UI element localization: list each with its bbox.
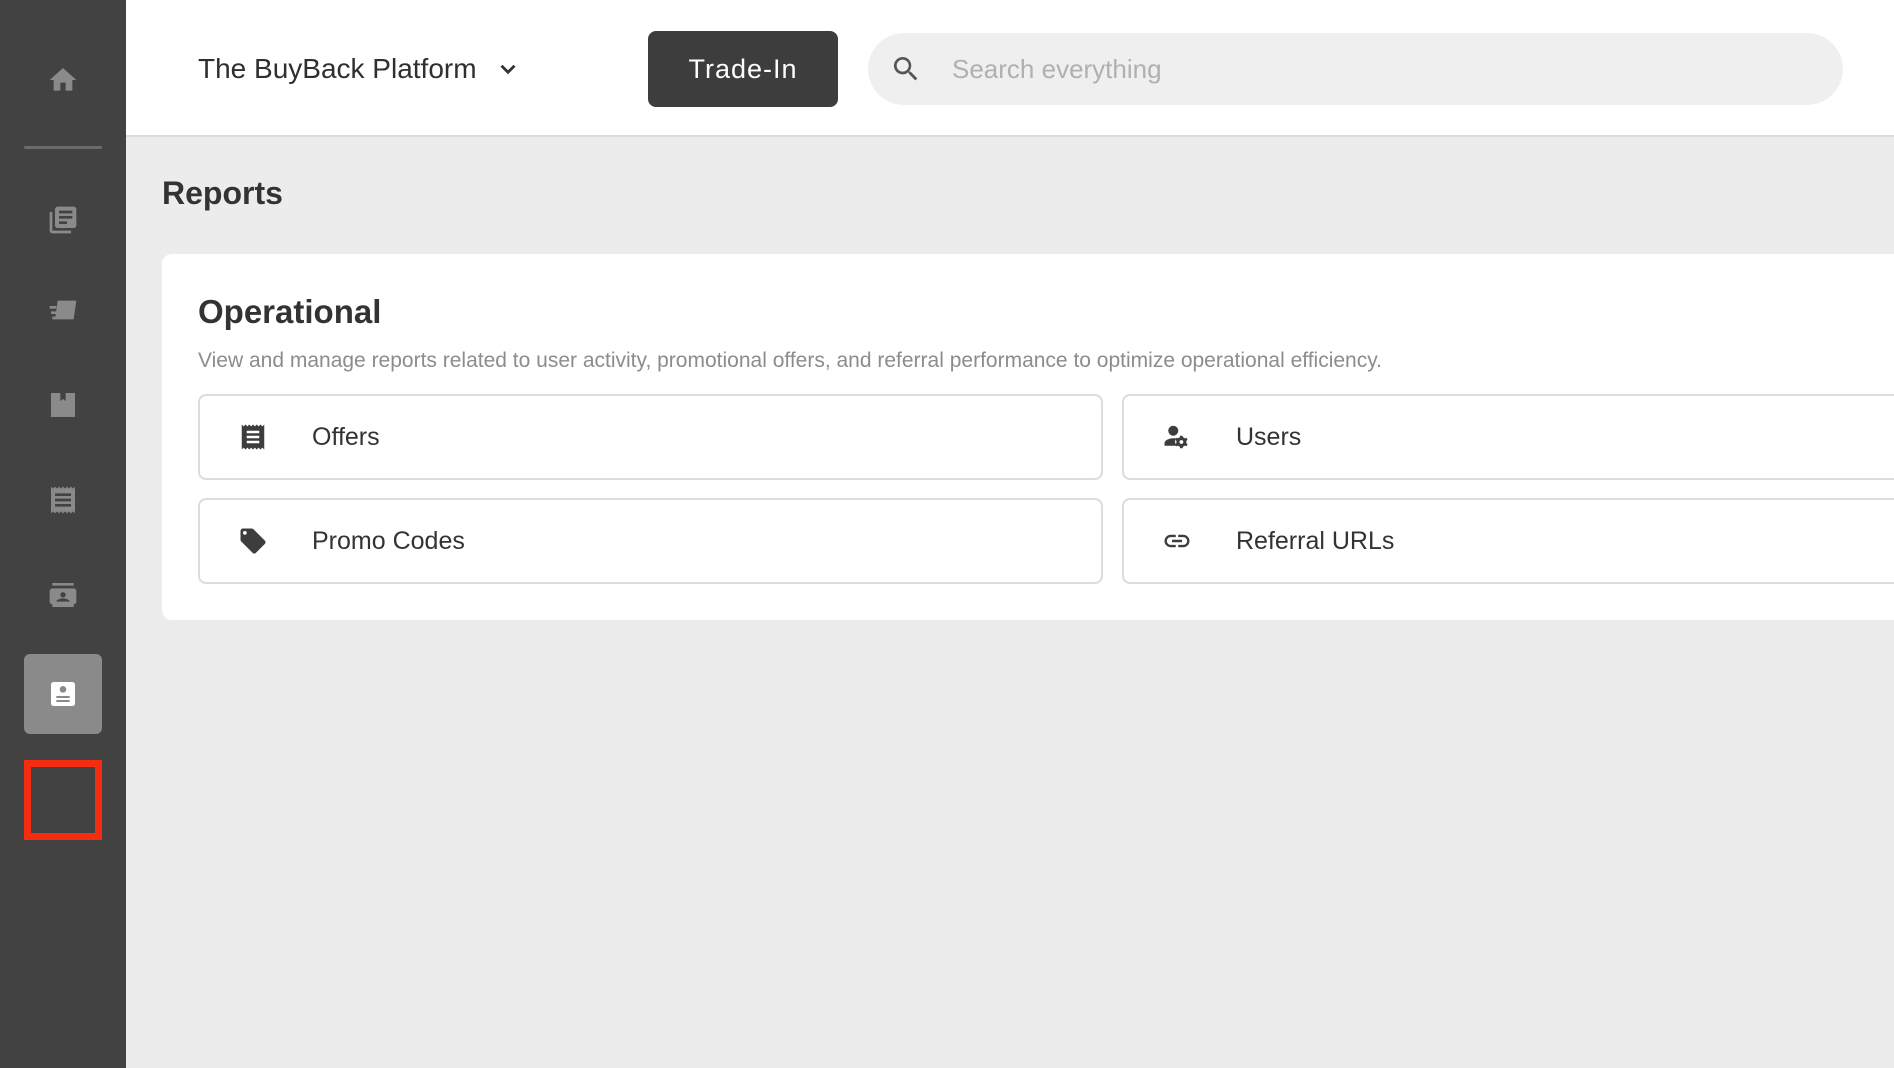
section-description: View and manage reports related to user … [198, 349, 1383, 372]
report-label: Referral URLs [1236, 526, 1395, 555]
platform-name: The BuyBack Platform [198, 53, 477, 84]
receipt-icon [51, 486, 75, 514]
report-label: Offers [312, 422, 380, 451]
chevron-down-icon [500, 64, 516, 75]
receipt-list-icon [241, 424, 265, 450]
shipping-icon [49, 300, 77, 320]
sidebar-item-documents[interactable] [24, 180, 102, 260]
top-bar: The BuyBack Platform Trade-In [126, 0, 1894, 137]
contact-card-icon [49, 583, 77, 607]
operational-card: Operational View and manage reports rela… [162, 254, 1894, 620]
search-icon [893, 57, 918, 81]
home-icon [49, 68, 77, 91]
report-offers[interactable]: Offers [198, 394, 1103, 480]
sidebar-item-reports[interactable] [24, 654, 102, 734]
report-referral-urls[interactable]: Referral URLs [1122, 498, 1894, 584]
report-icon [51, 682, 75, 706]
document-list-icon [49, 206, 77, 234]
sidebar-item-receipts[interactable] [24, 460, 102, 540]
report-promo-codes[interactable]: Promo Codes [198, 498, 1103, 584]
report-label: Users [1236, 422, 1302, 451]
search-input[interactable] [952, 53, 1772, 85]
sidebar-item-inventory[interactable] [24, 365, 102, 445]
report-label: Promo Codes [312, 526, 465, 555]
user-settings-icon [1164, 425, 1188, 449]
sidebar [0, 0, 126, 1068]
sidebar-item-shipping[interactable] [24, 270, 102, 350]
report-users[interactable]: Users [1122, 394, 1894, 480]
tag-icon [240, 528, 266, 554]
link-icon [1164, 534, 1190, 548]
sidebar-item-highlighted[interactable] [24, 760, 102, 840]
platform-selector[interactable]: The BuyBack Platform [198, 45, 521, 93]
sidebar-item-home[interactable] [24, 40, 102, 120]
section-title: Operational [198, 293, 382, 330]
sidebar-item-contacts[interactable] [24, 555, 102, 635]
trade-in-button[interactable]: Trade-In [648, 31, 838, 107]
sidebar-divider [24, 146, 102, 149]
search-bar[interactable] [868, 33, 1843, 105]
page-title: Reports [162, 175, 283, 211]
box-icon [51, 393, 75, 417]
